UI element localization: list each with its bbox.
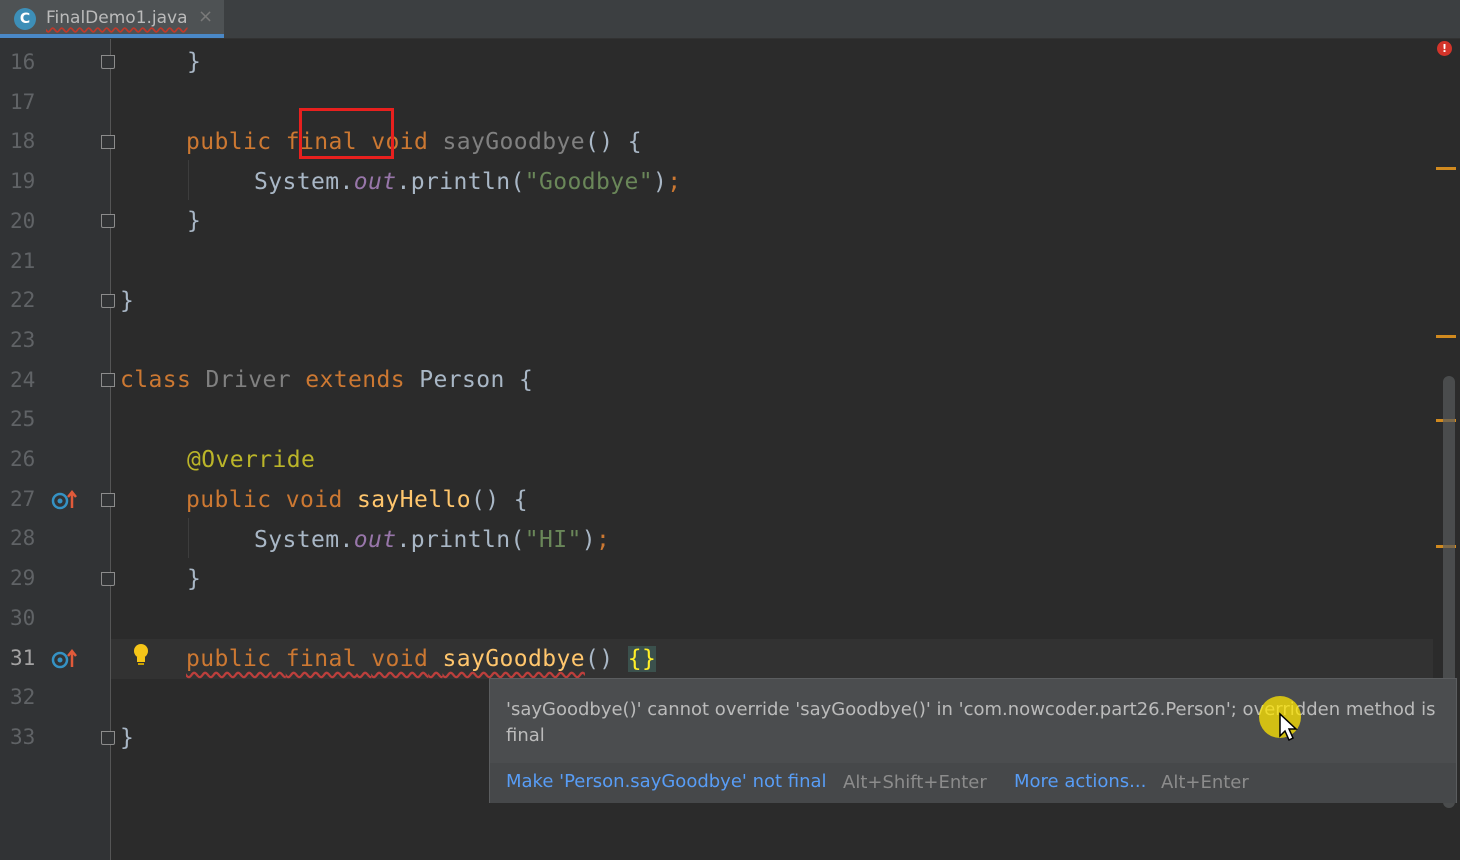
- mouse-pointer-icon: [1279, 712, 1298, 742]
- line-number: 22: [10, 288, 36, 313]
- fold-start-icon[interactable]: [101, 493, 115, 507]
- editor-tab-bar: C FinalDemo1.java ×: [0, 0, 1460, 39]
- overrides-method-icon[interactable]: [50, 647, 80, 671]
- line-number: 18: [10, 129, 36, 154]
- action2-shortcut: Alt+Enter: [1161, 772, 1249, 793]
- code-line-19[interactable]: System.out.println("Goodbye");: [254, 167, 681, 197]
- line-number: 25: [10, 407, 36, 432]
- warning-marker[interactable]: [1436, 167, 1456, 170]
- line-number: 29: [10, 566, 36, 591]
- code-line-33[interactable]: }: [120, 723, 134, 753]
- method-name: sayHello: [356, 487, 471, 513]
- fold-start-icon[interactable]: [101, 373, 115, 387]
- tab-finaldemo1[interactable]: C FinalDemo1.java ×: [0, 0, 224, 38]
- code-text: () {: [470, 487, 528, 513]
- brace: }: [187, 49, 202, 75]
- code-text: Person {: [419, 367, 534, 393]
- brace: }: [120, 725, 135, 751]
- line-number: 31: [10, 645, 36, 670]
- keyword-extends: extends: [305, 367, 405, 393]
- keyword-public: public: [186, 129, 272, 155]
- field-out: out: [353, 169, 397, 195]
- code-line-16[interactable]: }: [187, 47, 201, 77]
- line-number: 19: [10, 169, 36, 194]
- code-text: (): [584, 646, 614, 672]
- code-text: .println(: [396, 527, 525, 553]
- warning-marker[interactable]: [1436, 335, 1456, 338]
- annotation-override: @Override: [187, 447, 316, 473]
- make-not-final-action[interactable]: Make 'Person.sayGoodbye' not final: [506, 771, 827, 792]
- java-class-icon: C: [14, 8, 36, 30]
- line-number: 21: [10, 248, 36, 273]
- code-text: System.: [254, 169, 354, 195]
- keyword-class: class: [120, 367, 192, 393]
- code-line-26[interactable]: @Override: [187, 445, 315, 475]
- code-line-20[interactable]: }: [187, 206, 201, 236]
- quick-fix-actions: Make 'Person.sayGoodbye' not final Alt+S…: [490, 763, 1456, 803]
- line-number: 27: [10, 486, 36, 511]
- line-number: 20: [10, 208, 36, 233]
- string-literal: "HI": [524, 527, 582, 553]
- line-number: 33: [10, 724, 36, 749]
- semicolon: ;: [667, 169, 682, 195]
- more-actions-link[interactable]: More actions...: [1014, 771, 1146, 792]
- code-line-24[interactable]: class Driver extends Person {: [120, 365, 533, 395]
- code-text: () {: [584, 129, 642, 155]
- field-out: out: [353, 527, 397, 553]
- close-icon[interactable]: ×: [198, 6, 213, 27]
- method-name: sayGoodbye: [442, 129, 585, 155]
- matched-braces: {}: [627, 646, 657, 672]
- indent-guide: [188, 160, 189, 200]
- line-number: 17: [10, 89, 36, 114]
- keyword-public: public: [186, 487, 272, 513]
- line-number: 16: [10, 50, 36, 74]
- brace: }: [187, 566, 202, 592]
- tab-label: FinalDemo1.java: [46, 8, 188, 28]
- action1-shortcut: Alt+Shift+Enter: [843, 772, 987, 793]
- code-line-28[interactable]: System.out.println("HI");: [254, 525, 610, 555]
- code-line-29[interactable]: }: [187, 564, 201, 594]
- keyword-final: final: [285, 646, 357, 672]
- lightbulb-icon[interactable]: [130, 642, 152, 668]
- code-line-27[interactable]: public void sayHello() {: [186, 485, 528, 515]
- error-tooltip: 'sayGoodbye()' cannot override 'sayGoodb…: [489, 678, 1457, 803]
- keyword-void: void: [371, 646, 429, 672]
- keyword-public: public: [186, 646, 272, 672]
- code-line-31[interactable]: public final void sayGoodbye() {}: [186, 644, 657, 674]
- line-number: 32: [10, 685, 36, 710]
- final-highlight-box: [299, 108, 394, 159]
- fold-end-icon[interactable]: [101, 55, 115, 69]
- method-name: sayGoodbye: [442, 646, 585, 672]
- line-number: 23: [10, 327, 36, 352]
- fold-end-icon[interactable]: [101, 572, 115, 586]
- line-number: 24: [10, 367, 36, 392]
- fold-end-icon[interactable]: [101, 294, 115, 308]
- code-text: ): [581, 527, 596, 553]
- code-line-18[interactable]: public final void sayGoodbye() {: [186, 127, 642, 157]
- indent-guide: [188, 518, 189, 558]
- line-number: 30: [10, 605, 36, 630]
- brace: }: [120, 288, 135, 314]
- fold-end-icon[interactable]: [101, 731, 115, 745]
- fold-end-icon[interactable]: [101, 214, 115, 228]
- string-literal: "Goodbye": [524, 169, 653, 195]
- brace: }: [187, 208, 202, 234]
- line-number: 26: [10, 447, 36, 471]
- code-line-22[interactable]: }: [120, 286, 134, 316]
- line-number: 28: [10, 526, 36, 551]
- code-text: ): [652, 169, 668, 195]
- keyword-void: void: [285, 487, 343, 513]
- semicolon: ;: [595, 527, 611, 553]
- code-text: .println(: [396, 169, 525, 195]
- fold-start-icon[interactable]: [101, 135, 115, 149]
- overrides-method-icon[interactable]: [50, 488, 80, 512]
- class-name: Driver: [205, 367, 291, 393]
- error-indicator-icon[interactable]: !: [1437, 41, 1452, 56]
- code-text: System.: [254, 527, 354, 553]
